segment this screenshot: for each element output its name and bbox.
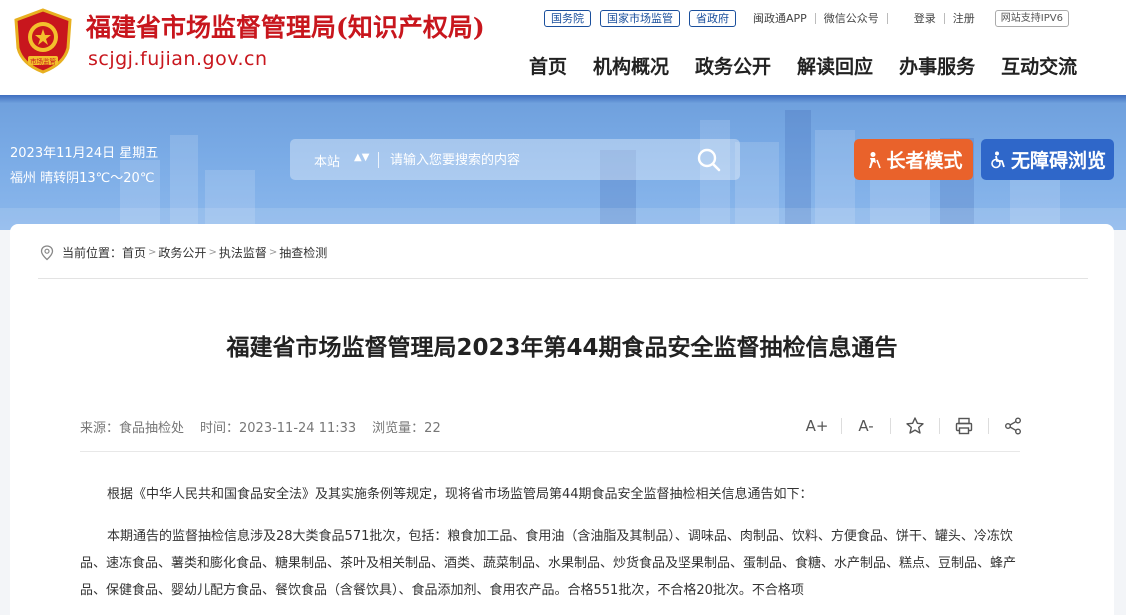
search-scope-select[interactable]: 本站	[314, 151, 340, 170]
accessible-browse-button[interactable]: 无障碍浏览	[981, 139, 1114, 180]
nav-gov-affairs[interactable]: 政务公开	[695, 52, 771, 79]
link-wechat[interactable]: 微信公众号	[824, 10, 879, 26]
site-title[interactable]: 福建省市场监督管理局(知识产权局)	[86, 8, 485, 44]
share-icon[interactable]	[1001, 414, 1025, 438]
article-source: 来源：食品抽检处	[80, 421, 185, 436]
elder-mode-label: 长者模式	[886, 150, 963, 172]
current-date: 2023年11月24日 星期五	[10, 146, 159, 161]
link-samr[interactable]: 国家市场监管	[600, 9, 680, 27]
elder-icon	[869, 151, 882, 168]
article-paragraph: 本期通告的监督抽检信息涉及28大类食品571批次，包括：粮食加工品、食用油（含油…	[80, 529, 1017, 598]
top-links: 国务院 国家市场监管 省政府 闽政通APP 微信公众号 登录 注册 网站支持IP…	[544, 9, 1069, 27]
nav-interpretation[interactable]: 解读回应	[797, 52, 873, 79]
breadcrumb-home[interactable]: 首页	[122, 244, 146, 261]
emblem-text: 市场监管	[30, 57, 57, 66]
divider	[38, 278, 1088, 279]
nav-home[interactable]: 首页	[529, 52, 567, 79]
city-banner: 2023年11月24日 星期五 福州 晴转阴13℃～20℃ 本站 ▲▼ 长者模式…	[0, 95, 1126, 230]
article-card: 当前位置： 首页 > 政务公开 > 执法监督 > 抽查检测 福建省市场监督管理局…	[10, 224, 1114, 615]
site-domain: scjgj.fujian.gov.cn	[88, 48, 268, 70]
divider	[939, 418, 940, 434]
accessible-browse-label: 无障碍浏览	[1010, 150, 1106, 172]
font-decrease-icon[interactable]: A-	[854, 414, 878, 438]
chevron-right-icon: >	[148, 247, 157, 258]
print-icon[interactable]	[952, 414, 976, 438]
divider	[943, 12, 945, 24]
divider	[988, 418, 989, 434]
chevron-right-icon: >	[268, 247, 278, 258]
divider	[814, 12, 816, 24]
wheelchair-icon	[991, 151, 1005, 168]
divider	[841, 418, 842, 434]
divider	[378, 152, 379, 168]
link-login[interactable]: 登录	[914, 10, 936, 26]
breadcrumb-label: 当前位置：	[62, 246, 123, 260]
nav-interaction[interactable]: 互动交流	[1001, 52, 1077, 79]
sort-arrows-icon[interactable]: ▲▼	[354, 152, 369, 163]
breadcrumb: 当前位置： 首页 > 政务公开 > 执法监督 > 抽查检测	[40, 244, 327, 261]
link-mzt-app[interactable]: 闽政通APP	[753, 10, 807, 26]
article-paragraph: 根据《中华人民共和国食品安全法》及其实施条例等规定，现将省市场监管局第44期食品…	[107, 487, 813, 502]
breadcrumb-enforcement[interactable]: 执法监督	[219, 244, 267, 261]
elder-mode-button[interactable]: 长者模式	[854, 139, 973, 180]
location-pin-icon	[40, 244, 54, 260]
article-time: 时间：2023-11-24 11:33	[200, 421, 357, 436]
weather-info: 福州 晴转阴13℃～20℃	[10, 171, 155, 186]
main-nav: 首页 机构概况 政务公开 解读回应 办事服务 互动交流	[516, 52, 1090, 79]
divider	[886, 12, 888, 24]
ipv6-badge: 网站支持IPV6	[994, 9, 1069, 27]
nav-services[interactable]: 办事服务	[899, 52, 975, 79]
site-header: 市场监管 福建省市场监督管理局(知识产权局) scjgj.fujian.gov.…	[0, 0, 1126, 95]
link-state-council[interactable]: 国务院	[544, 9, 591, 27]
nav-about[interactable]: 机构概况	[593, 52, 669, 79]
star-icon[interactable]	[903, 414, 927, 438]
search-bar: 本站 ▲▼	[290, 139, 740, 180]
article-title: 福建省市场监督管理局2023年第44期食品安全监督抽检信息通告	[226, 335, 898, 361]
search-icon[interactable]	[696, 147, 722, 173]
link-register[interactable]: 注册	[953, 10, 975, 26]
breadcrumb-gov-affairs[interactable]: 政务公开	[158, 244, 206, 261]
chevron-right-icon: >	[208, 247, 217, 258]
article-views: 浏览量：22	[372, 421, 441, 436]
search-input[interactable]	[390, 147, 680, 173]
divider	[80, 451, 1020, 452]
link-provincial-gov[interactable]: 省政府	[689, 9, 736, 27]
article-tools: A+ A-	[805, 414, 1025, 438]
font-increase-icon[interactable]: A+	[805, 414, 829, 438]
article-meta: 来源：食品抽检处 时间：2023-11-24 11:33 浏览量：22	[80, 417, 457, 436]
divider	[890, 418, 891, 434]
breadcrumb-inspection[interactable]: 抽查检测	[279, 244, 327, 261]
market-supervision-emblem-icon[interactable]: 市场监管	[12, 8, 74, 74]
